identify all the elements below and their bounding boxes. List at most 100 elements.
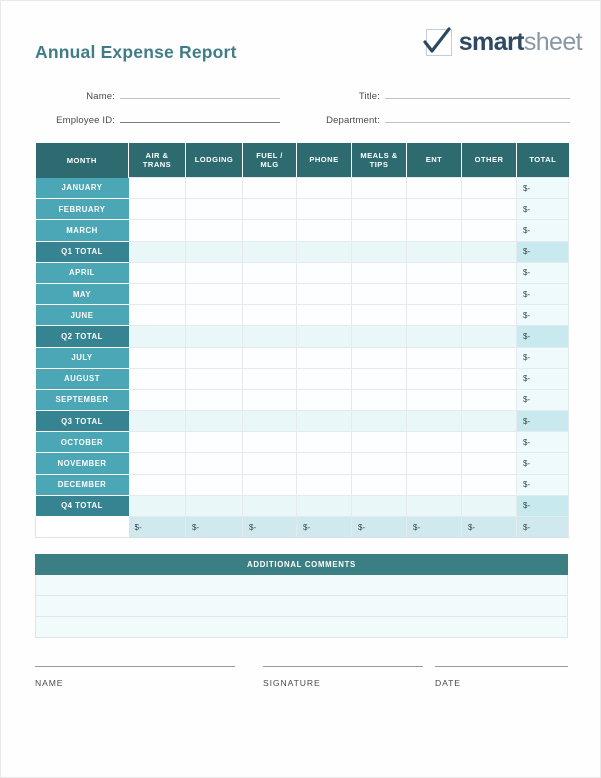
name-input[interactable] bbox=[120, 85, 280, 99]
expense-cell[interactable] bbox=[185, 176, 243, 200]
expense-cell[interactable] bbox=[242, 452, 297, 475]
expense-cell[interactable] bbox=[461, 304, 517, 327]
expense-cell[interactable] bbox=[351, 474, 407, 496]
expense-cell[interactable] bbox=[185, 241, 243, 263]
expense-cell[interactable] bbox=[185, 283, 243, 306]
expense-cell[interactable]: $- bbox=[351, 516, 407, 539]
expense-cell[interactable] bbox=[406, 431, 462, 454]
expense-cell[interactable] bbox=[351, 262, 407, 284]
expense-cell[interactable] bbox=[351, 431, 407, 454]
expense-cell[interactable] bbox=[461, 410, 517, 433]
expense-cell[interactable] bbox=[296, 198, 352, 221]
expense-cell[interactable] bbox=[242, 241, 297, 263]
expense-cell[interactable] bbox=[351, 198, 407, 221]
expense-cell[interactable] bbox=[128, 198, 186, 221]
expense-cell[interactable] bbox=[185, 347, 243, 369]
expense-cell[interactable] bbox=[351, 283, 407, 306]
expense-cell[interactable] bbox=[128, 347, 186, 369]
expense-cell[interactable] bbox=[351, 325, 407, 348]
expense-cell[interactable] bbox=[406, 347, 462, 369]
expense-cell[interactable] bbox=[351, 241, 407, 263]
expense-cell[interactable] bbox=[242, 283, 297, 306]
expense-cell[interactable] bbox=[296, 262, 352, 284]
expense-cell[interactable] bbox=[461, 431, 517, 454]
department-input[interactable] bbox=[385, 109, 570, 123]
expense-cell[interactable] bbox=[461, 241, 517, 263]
expense-cell[interactable] bbox=[406, 389, 462, 412]
expense-cell[interactable] bbox=[351, 452, 407, 475]
expense-cell[interactable] bbox=[128, 452, 186, 475]
expense-cell[interactable] bbox=[351, 368, 407, 390]
comment-row[interactable] bbox=[36, 575, 567, 597]
expense-cell[interactable] bbox=[461, 262, 517, 284]
expense-cell[interactable] bbox=[128, 431, 186, 454]
expense-cell[interactable] bbox=[296, 241, 352, 263]
expense-cell[interactable] bbox=[185, 495, 243, 518]
expense-cell[interactable] bbox=[461, 325, 517, 348]
expense-cell[interactable] bbox=[242, 219, 297, 242]
expense-cell[interactable] bbox=[296, 176, 352, 200]
expense-cell[interactable] bbox=[406, 176, 462, 200]
expense-cell[interactable] bbox=[351, 389, 407, 412]
expense-cell[interactable] bbox=[128, 368, 186, 390]
expense-cell[interactable] bbox=[406, 283, 462, 306]
expense-cell[interactable] bbox=[185, 219, 243, 242]
date-signature-line[interactable] bbox=[435, 666, 568, 668]
expense-cell[interactable] bbox=[461, 219, 517, 242]
expense-cell[interactable] bbox=[296, 304, 352, 327]
expense-cell[interactable]: $- bbox=[128, 516, 186, 539]
expense-cell[interactable] bbox=[296, 431, 352, 454]
expense-cell[interactable] bbox=[185, 304, 243, 327]
expense-cell[interactable]: $- bbox=[406, 516, 462, 539]
expense-cell[interactable] bbox=[185, 431, 243, 454]
expense-cell[interactable] bbox=[296, 495, 352, 518]
expense-cell[interactable] bbox=[296, 283, 352, 306]
expense-cell[interactable] bbox=[296, 452, 352, 475]
expense-cell[interactable] bbox=[128, 474, 186, 496]
expense-cell[interactable] bbox=[406, 262, 462, 284]
comment-row[interactable] bbox=[36, 617, 567, 638]
title-input[interactable] bbox=[385, 85, 570, 99]
expense-cell[interactable] bbox=[242, 198, 297, 221]
name-signature-line[interactable] bbox=[35, 666, 235, 668]
expense-cell[interactable] bbox=[185, 325, 243, 348]
expense-cell[interactable] bbox=[242, 304, 297, 327]
expense-cell[interactable] bbox=[128, 219, 186, 242]
expense-cell[interactable] bbox=[242, 410, 297, 433]
expense-cell[interactable] bbox=[406, 325, 462, 348]
expense-cell[interactable] bbox=[185, 474, 243, 496]
expense-cell[interactable] bbox=[406, 241, 462, 263]
expense-cell[interactable] bbox=[351, 347, 407, 369]
expense-cell[interactable] bbox=[242, 262, 297, 284]
expense-cell[interactable] bbox=[406, 304, 462, 327]
expense-cell[interactable] bbox=[351, 176, 407, 200]
expense-cell[interactable] bbox=[461, 347, 517, 369]
expense-cell[interactable] bbox=[351, 410, 407, 433]
expense-cell[interactable] bbox=[461, 389, 517, 412]
expense-cell[interactable] bbox=[128, 283, 186, 306]
expense-cell[interactable] bbox=[461, 368, 517, 390]
expense-cell[interactable] bbox=[242, 325, 297, 348]
expense-cell[interactable] bbox=[406, 410, 462, 433]
expense-cell[interactable] bbox=[185, 262, 243, 284]
employee-id-input[interactable] bbox=[120, 109, 280, 123]
expense-cell[interactable] bbox=[296, 347, 352, 369]
expense-cell[interactable] bbox=[461, 176, 517, 200]
expense-cell[interactable] bbox=[296, 219, 352, 242]
expense-cell[interactable] bbox=[296, 325, 352, 348]
expense-cell[interactable] bbox=[185, 389, 243, 412]
expense-cell[interactable] bbox=[406, 495, 462, 518]
expense-cell[interactable] bbox=[406, 474, 462, 496]
expense-cell[interactable] bbox=[351, 304, 407, 327]
expense-cell[interactable] bbox=[406, 452, 462, 475]
expense-cell[interactable] bbox=[185, 410, 243, 433]
expense-cell[interactable] bbox=[128, 176, 186, 200]
expense-cell[interactable] bbox=[185, 198, 243, 221]
expense-cell[interactable] bbox=[461, 283, 517, 306]
expense-cell[interactable] bbox=[128, 410, 186, 433]
expense-cell[interactable] bbox=[185, 368, 243, 390]
expense-cell[interactable] bbox=[128, 304, 186, 327]
expense-cell[interactable] bbox=[461, 198, 517, 221]
expense-cell[interactable] bbox=[242, 176, 297, 200]
signature-line[interactable] bbox=[263, 666, 423, 668]
